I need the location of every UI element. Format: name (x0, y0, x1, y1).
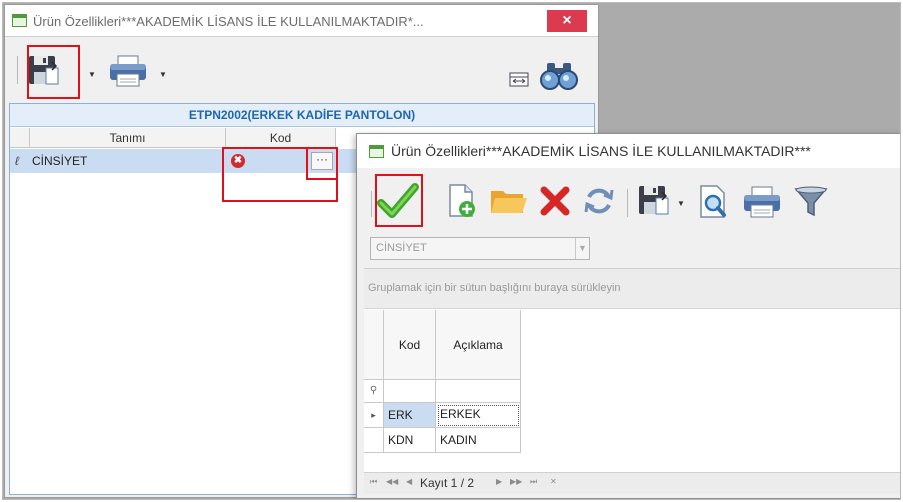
filter-cell-kod[interactable] (384, 380, 436, 403)
lookup-grid: Gruplamak için bir sütun başlığını buray… (364, 268, 900, 485)
folder-icon (491, 191, 527, 213)
row-focus-indicator: ▸ (364, 403, 384, 428)
property-combo[interactable]: CİNSİYET ▼ (370, 237, 590, 260)
close-button[interactable]: × (547, 10, 587, 32)
next-record-icon[interactable]: ▶ (496, 477, 502, 486)
column-header-aciklama[interactable]: Açıklama (436, 310, 521, 380)
combo-value: CİNSİYET (376, 242, 427, 254)
column-width-icon (509, 72, 529, 87)
column-width-button[interactable] (508, 70, 530, 88)
delete-button[interactable] (539, 185, 571, 217)
save-dropdown-icon[interactable]: ▼ (88, 70, 96, 79)
new-document-icon (449, 184, 475, 217)
print-dropdown-icon[interactable]: ▼ (159, 70, 167, 79)
binoculars-icon (540, 63, 578, 90)
record-counter: Kayıt 1 / 2 (420, 476, 475, 490)
print-preview-icon (700, 185, 726, 218)
preview-button[interactable] (697, 184, 729, 220)
printer-icon (110, 55, 146, 87)
cell-kod[interactable]: ERK (384, 403, 436, 428)
filter-row-icon: ⚲ (364, 380, 384, 403)
save-dropdown-icon[interactable]: ▼ (677, 199, 685, 208)
lookup-print-button[interactable] (742, 185, 782, 219)
column-header-kod[interactable]: Kod (226, 128, 336, 148)
ellipsis-highlight (306, 147, 338, 180)
filter-button[interactable] (794, 185, 828, 219)
floppy-disk-icon (639, 186, 669, 215)
toolbar: ▼ ▼ (5, 38, 598, 100)
new-button[interactable] (445, 183, 479, 219)
last-record-icon[interactable]: ⏭ (530, 477, 537, 487)
print-button[interactable] (108, 54, 148, 88)
title-bar[interactable]: Ürün Özellikleri***AKADEMİK LİSANS İLE K… (5, 5, 598, 37)
toolbar-separator (627, 189, 628, 217)
lookup-window-icon (369, 145, 384, 158)
delete-x-icon (540, 186, 570, 216)
group-by-panel[interactable]: Gruplamak için bir sütun başlığını buray… (364, 269, 900, 309)
window-title: Ürün Özellikleri***AKADEMİK LİSANS İLE K… (33, 14, 424, 29)
lookup-toolbar: ▼ (357, 169, 900, 231)
printer-icon (744, 186, 780, 218)
row-indicator-header (364, 310, 384, 380)
filter-cell-aciklama[interactable] (436, 380, 521, 403)
cell-aciklama[interactable]: ERKEK (436, 403, 521, 428)
row-edit-indicator: ℓ (15, 154, 19, 168)
open-button[interactable] (489, 185, 529, 217)
chevron-down-icon[interactable]: ▼ (575, 238, 589, 259)
prev-page-icon[interactable]: ◀◀ (386, 477, 398, 486)
cell-kod[interactable]: KDN (384, 428, 436, 453)
toolbar-separator (371, 191, 372, 217)
column-header-tanimi[interactable]: Tanımı (30, 128, 226, 148)
refresh-button[interactable] (583, 185, 615, 217)
toolbar-separator (17, 56, 18, 84)
cell-tanimi[interactable]: CİNSİYET (32, 149, 87, 173)
funnel-icon (794, 186, 828, 217)
prev-record-icon[interactable]: ◀ (406, 477, 412, 486)
cell-aciklama[interactable]: KADIN (436, 428, 521, 453)
screenshot-frame: Ürün Özellikleri***AKADEMİK LİSANS İLE K… (2, 2, 901, 500)
find-button[interactable] (539, 60, 579, 92)
lookup-title-bar[interactable]: Ürün Özellikleri***AKADEMİK LİSANS İLE K… (357, 134, 900, 168)
save-highlight (27, 45, 80, 99)
window-icon (12, 14, 27, 27)
lookup-save-button[interactable] (636, 182, 672, 220)
grid-group-header: ETPN2002(ERKEK KADİFE PANTOLON) (10, 104, 594, 127)
refresh-icon (584, 188, 614, 214)
first-record-icon[interactable]: ⏮ (370, 477, 377, 487)
confirm-highlight (375, 174, 423, 227)
row-indicator-header (10, 128, 30, 148)
lookup-window-title: Ürün Özellikleri***AKADEMİK LİSANS İLE K… (391, 143, 811, 159)
lookup-window: Ürün Özellikleri***AKADEMİK LİSANS İLE K… (356, 133, 900, 499)
cancel-edit-icon[interactable]: ✕ (550, 477, 557, 486)
column-header-kod[interactable]: Kod (384, 310, 436, 380)
record-navigator: ⏮ ◀◀ ◀ Kayıt 1 / 2 ▶ ▶▶ ⏭ ✕ (364, 472, 900, 494)
next-page-icon[interactable]: ▶▶ (510, 477, 522, 486)
row-indicator (364, 428, 384, 453)
